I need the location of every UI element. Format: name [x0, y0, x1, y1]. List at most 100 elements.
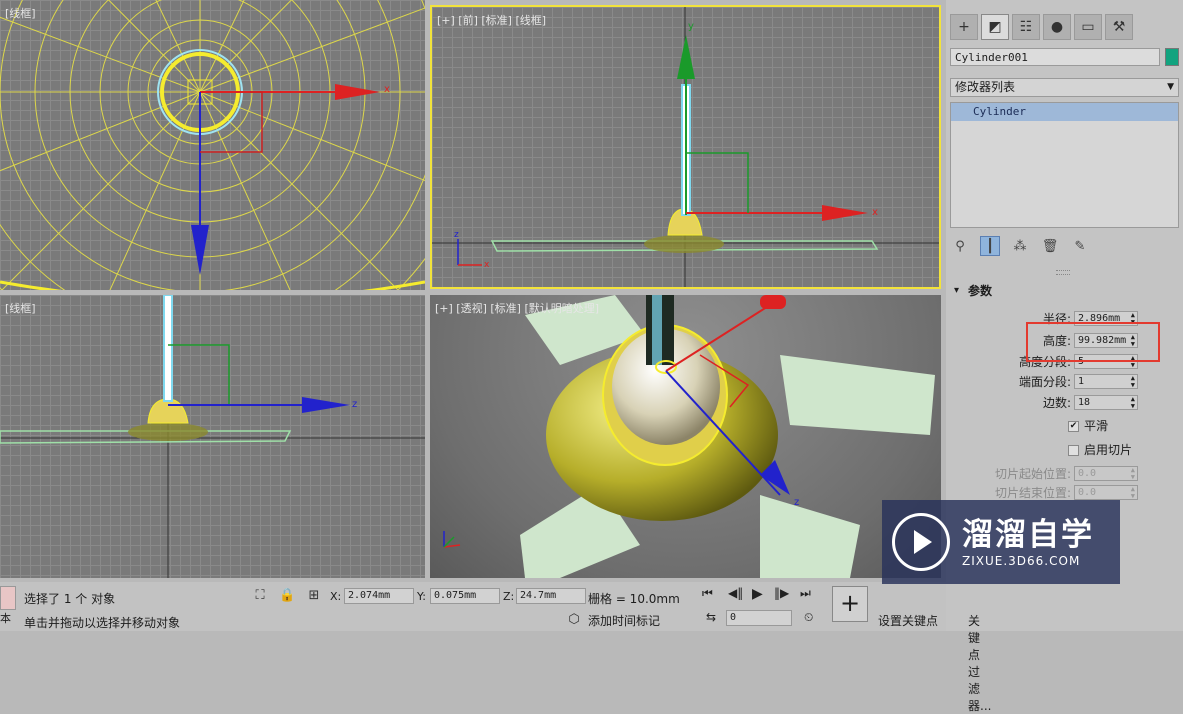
cap-segs-label: 端面分段:: [1018, 375, 1071, 389]
y-coordinate-field[interactable]: 0.075mm: [430, 588, 500, 604]
sides-label: 边数:: [1042, 396, 1071, 410]
top-view-wireframe: x: [0, 0, 425, 290]
object-name-field[interactable]: Cylinder001: [950, 48, 1160, 66]
grid-size-text: 栅格 = 10.0mm: [588, 592, 680, 606]
spinner-arrows-icon[interactable]: ▲ ▼: [1131, 486, 1135, 500]
x-label: X:: [330, 590, 342, 603]
cap-segs-value: 1: [1078, 376, 1085, 387]
rollout-title[interactable]: ▾ 参数: [952, 280, 1179, 302]
param-cap-segments: 端面分段: 1 ▲ ▼: [952, 373, 1179, 391]
add-time-tag[interactable]: 添加时间标记: [588, 612, 660, 629]
smooth-checkbox[interactable]: ✔: [1068, 421, 1079, 432]
axis-z-label: z: [352, 399, 357, 410]
chevron-down-icon: ▼: [1167, 82, 1174, 92]
viewport-perspective-label[interactable]: [+] [透视] [标准] [默认明暗处理]: [435, 300, 599, 316]
x-coordinate-field[interactable]: 2.074mm: [344, 588, 414, 604]
viewport-left-label[interactable]: [线框]: [5, 300, 36, 316]
remove-modifier-icon[interactable]: 🗑: [1040, 236, 1060, 256]
make-unique-icon[interactable]: ⁂: [1010, 236, 1030, 256]
param-slice-from: 切片起始位置: 0.0 ▲ ▼: [952, 465, 1179, 483]
view-cube-gizmo: z x: [454, 230, 490, 270]
cap-segs-spinner[interactable]: 1 ▲ ▼: [1074, 374, 1138, 389]
viewport-front-label[interactable]: [+] [前] [标准] [线框]: [437, 12, 546, 28]
hierarchy-icon[interactable]: ☷: [1012, 14, 1040, 40]
time-tag-icon[interactable]: ⬡: [566, 612, 582, 628]
key-mode-icon[interactable]: ⇆: [706, 610, 716, 624]
height-highlight-box: [1026, 322, 1160, 362]
modifier-stack: Cylinder: [950, 102, 1179, 228]
command-panel-tabs: + ◩ ☷ ● ▭ ⚒: [950, 14, 1133, 40]
spinner-arrows-icon[interactable]: ▲ ▼: [1131, 396, 1135, 410]
watermark-url: ZIXUE.3D66.COM: [962, 554, 1081, 568]
create-icon[interactable]: +: [950, 14, 978, 40]
slice-from-value: 0.0: [1078, 468, 1097, 479]
axis-y-label: y: [688, 21, 694, 32]
viewport-perspective[interactable]: z [+] [透视] [标准] [默认明暗处理]: [430, 295, 941, 578]
stack-toolbar: ⚲ ┃ ⁂ 🗑 ✎: [950, 236, 1090, 256]
status-bar: 本 选择了 1 个 对象 单击并拖动以选择并移动对象 ⛶ 🔒 ⊞ X: 2.07…: [0, 582, 991, 713]
object-color-swatch[interactable]: [1165, 48, 1179, 66]
collapse-icon: ▾: [954, 285, 960, 296]
slice-from-spinner[interactable]: 0.0 ▲ ▼: [1074, 466, 1138, 481]
utilities-icon[interactable]: ⚒: [1105, 14, 1133, 40]
front-view-objects: y x z x: [432, 7, 939, 287]
prompt-line: 单击并拖动以选择并移动对象: [24, 616, 181, 630]
display-icon[interactable]: ▭: [1074, 14, 1102, 40]
isolate-selection-icon[interactable]: ⛶: [252, 588, 268, 604]
modifier-list-dropdown[interactable]: 修改器列表 ▼: [950, 78, 1179, 97]
goto-start-icon[interactable]: ⏮: [702, 586, 713, 601]
slice-to-spinner[interactable]: 0.0 ▲ ▼: [1074, 485, 1138, 500]
rollout-title-label: 参数: [968, 284, 993, 298]
maxscript-listener-swatch[interactable]: [0, 586, 16, 610]
configure-sets-icon[interactable]: ✎: [1070, 236, 1090, 256]
slice-on-checkbox[interactable]: [1068, 445, 1079, 456]
z-coordinate-field[interactable]: 24.7mm: [516, 588, 586, 604]
axis-x-label: x: [872, 207, 878, 218]
z-label: Z:: [503, 590, 515, 603]
viewport-top[interactable]: x [线框]: [0, 0, 425, 290]
viewport-top-label[interactable]: [线框]: [5, 5, 36, 21]
slice-on-label: 启用切片: [1084, 443, 1133, 457]
goto-end-icon[interactable]: ⏭: [800, 586, 811, 601]
viewport-front[interactable]: y x z x [+] [前] [标准] [线框]: [430, 5, 941, 289]
pin-stack-icon[interactable]: ⚲: [950, 236, 970, 256]
time-config-icon[interactable]: ⏲: [804, 610, 813, 625]
next-frame-icon[interactable]: ‖▶: [774, 586, 789, 600]
play-icon[interactable]: ▶: [752, 586, 763, 602]
stack-item-cylinder[interactable]: Cylinder: [951, 103, 1178, 121]
y-label: Y:: [417, 590, 426, 603]
axis-z-label: z: [794, 497, 799, 508]
perspective-view-objects: z: [443, 295, 935, 578]
absolute-mode-icon[interactable]: ⊞: [306, 588, 322, 604]
modify-icon[interactable]: ◩: [981, 14, 1009, 40]
gizmo-z-label: z: [454, 230, 459, 240]
show-end-result-icon[interactable]: ┃: [980, 236, 1000, 256]
modifier-list-label: 修改器列表: [955, 80, 1016, 94]
set-key-button[interactable]: +: [832, 586, 868, 622]
selection-status: 选择了 1 个 对象: [24, 592, 116, 606]
watermark-title: 溜溜自学: [962, 517, 1094, 553]
set-key-label[interactable]: 设置关键点: [878, 612, 938, 629]
slice-to-value: 0.0: [1078, 487, 1097, 498]
left-cut-text: 本: [0, 612, 11, 625]
left-view-objects: z: [0, 295, 425, 578]
lock-icon[interactable]: 🔒: [279, 588, 295, 604]
gizmo-x-label: x: [484, 260, 490, 270]
view-cube-gizmo: [443, 531, 461, 548]
play-logo-icon: [892, 513, 950, 571]
current-frame-field[interactable]: 0: [726, 610, 792, 626]
axis-x-label: x: [384, 84, 390, 95]
watermark: 溜溜自学 ZIXUE.3D66.COM: [882, 500, 1120, 584]
sides-spinner[interactable]: 18 ▲ ▼: [1074, 395, 1138, 410]
smooth-label: 平滑: [1084, 419, 1109, 433]
slice-from-label: 切片起始位置:: [994, 467, 1071, 481]
motion-icon[interactable]: ●: [1043, 14, 1071, 40]
key-filters-button[interactable]: 关键点过滤器...: [968, 612, 991, 714]
spinner-arrows-icon[interactable]: ▲ ▼: [1131, 467, 1135, 481]
sides-value: 18: [1078, 397, 1091, 408]
param-sides: 边数: 18 ▲ ▼: [952, 394, 1179, 412]
spinner-arrows-icon[interactable]: ▲ ▼: [1131, 375, 1135, 389]
panel-divider[interactable]: [1056, 270, 1070, 275]
prev-frame-icon[interactable]: ◀‖: [728, 586, 743, 600]
viewport-left[interactable]: z [线框]: [0, 295, 425, 578]
